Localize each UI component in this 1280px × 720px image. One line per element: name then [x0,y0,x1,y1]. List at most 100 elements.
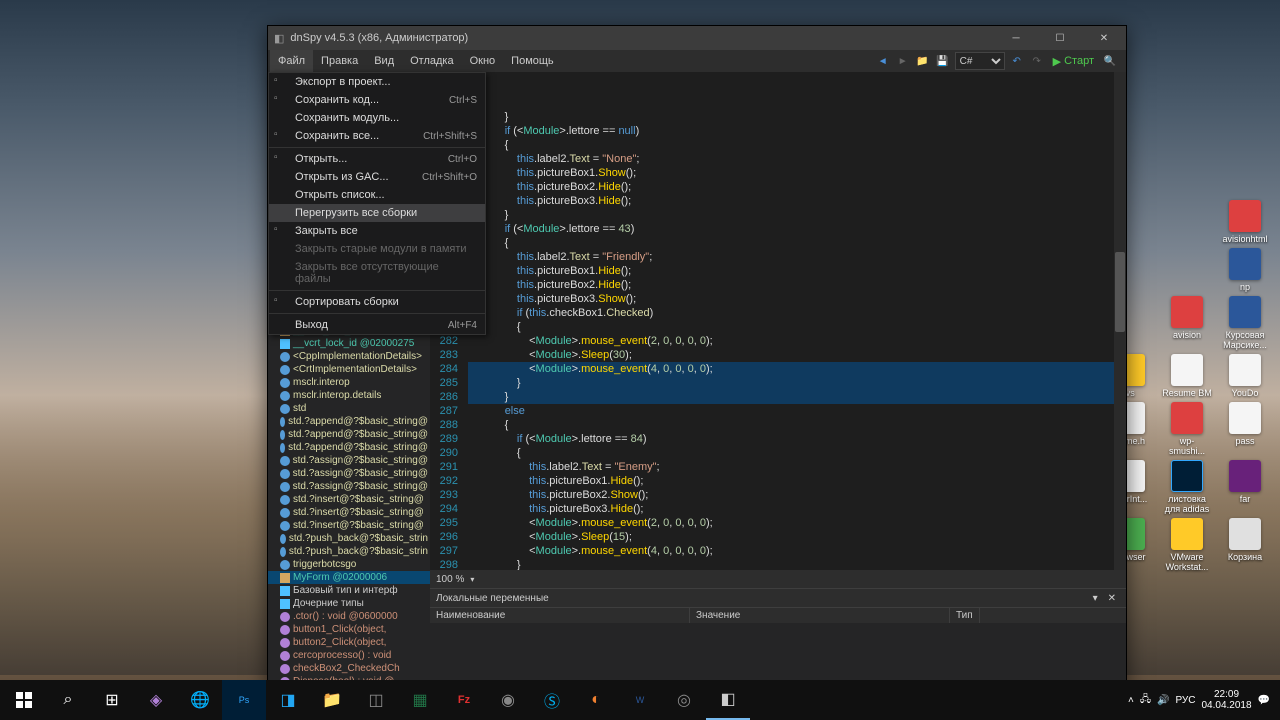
file-menu-item[interactable]: ▫Открыть...Ctrl+O [269,150,485,168]
file-menu-item[interactable]: Сохранить модуль... [269,109,485,127]
tree-item[interactable]: msclr.interop [268,376,430,389]
maximize-button[interactable]: ☐ [1038,26,1082,50]
desktop-icon[interactable]: Курсовая Марсике... [1220,296,1270,350]
nav-back-icon[interactable]: ◄ [875,53,891,69]
tree-item[interactable]: std.?append@?$basic_string@ [268,441,430,454]
tree-item[interactable]: std.?insert@?$basic_string@ [268,506,430,519]
taskbar-app-word[interactable]: W [618,680,662,720]
taskbar-app-ps[interactable]: Ps [222,680,266,720]
redo-icon[interactable]: ↷ [1029,53,1045,69]
menu-окно[interactable]: Окно [462,50,504,72]
close-button[interactable]: ✕ [1082,26,1126,50]
start-menu-button[interactable] [2,680,46,720]
tree-item[interactable]: cercoprocesso() : void [268,649,430,662]
desktop-icon[interactable]: np [1220,248,1270,292]
desktop-icon[interactable]: pass [1220,402,1270,456]
tree-item[interactable]: button2_Click(object, [268,636,430,649]
file-menu-item[interactable]: ▫Закрыть все [269,222,485,240]
file-menu-item[interactable]: ▫Экспорт в проект... [269,73,485,91]
tree-item[interactable]: triggerbotcsgo [268,558,430,571]
tree-item[interactable]: std.?push_back@?$basic_strin [268,545,430,558]
tree-item[interactable]: std.?insert@?$basic_string@ [268,519,430,532]
menu-отладка[interactable]: Отладка [402,50,461,72]
open-icon[interactable]: 📁 [915,53,931,69]
tree-item[interactable]: std.?assign@?$basic_string@ [268,454,430,467]
taskbar-app-fz[interactable]: Fz [442,680,486,720]
file-menu-item[interactable]: Открыть из GAC...Ctrl+Shift+O [269,168,485,186]
panel-close-icon[interactable]: ✕ [1104,593,1120,604]
tray-volume-icon[interactable]: 🔊 [1157,695,1169,706]
task-view-button[interactable]: ⊞ [90,680,134,720]
scrollbar-vertical[interactable] [1114,72,1126,570]
zoom-status[interactable]: 100 %▾ [430,570,1126,588]
panel-dropdown-icon[interactable]: ▾ [1089,593,1102,604]
taskbar-app-generic1[interactable]: ◫ [354,680,398,720]
notifications-icon[interactable]: 💬 [1258,695,1270,706]
search-icon[interactable]: 🔍 [1102,53,1118,69]
tree-item[interactable]: msclr.interop.details [268,389,430,402]
file-menu-item[interactable]: Перегрузить все сборки [269,204,485,222]
desktop-icon[interactable]: avision [1162,296,1212,350]
tree-item[interactable]: button1_Click(object, [268,623,430,636]
code-editor[interactable]: } if (<Module>.lettore == null) { this.l… [464,72,1126,570]
locals-column-header[interactable]: Наименование [430,608,690,623]
minimize-button[interactable]: ─ [994,26,1038,50]
desktop-icon[interactable]: Корзина [1220,518,1270,572]
taskbar-app-chrome[interactable]: 🌐 [178,680,222,720]
desktop-icon[interactable]: avisionhtml [1220,200,1270,244]
menu-правка[interactable]: Правка [313,50,366,72]
tree-item[interactable]: MyForm @02000006 [268,571,430,584]
taskbar-app-vscode[interactable]: ◨ [266,680,310,720]
taskbar-app-excel[interactable]: ▦ [398,680,442,720]
tree-item[interactable]: checkBox2_CheckedCh [268,662,430,675]
taskbar-app-generic3[interactable]: ◎ [662,680,706,720]
locals-columns[interactable]: НаименованиеЗначениеТип [430,607,1126,623]
tree-item[interactable]: <CppImplementationDetails> [268,350,430,363]
desktop-icon[interactable]: листовка для adidas [1162,460,1212,514]
tree-item[interactable]: __vcrt_lock_id @02000275 [268,337,430,350]
locals-column-header[interactable]: Значение [690,608,950,623]
language-select[interactable]: C# [955,52,1005,70]
file-menu-item[interactable]: ▫Сортировать сборки [269,293,485,311]
save-icon[interactable]: 💾 [935,53,951,69]
menu-вид[interactable]: Вид [366,50,402,72]
file-menu-item[interactable]: Открыть список... [269,186,485,204]
undo-icon[interactable]: ↶ [1009,53,1025,69]
tree-item[interactable]: std.?assign@?$basic_string@ [268,480,430,493]
tree-item[interactable]: std [268,402,430,415]
desktop-icon[interactable]: Resume BM [1162,354,1212,398]
taskbar-app-skype[interactable]: Ⓢ [530,680,574,720]
taskbar-app-dnspy[interactable]: ◧ [706,680,750,720]
taskbar-app-generic2[interactable]: ◐ [574,680,618,720]
tree-item[interactable]: std.?append@?$basic_string@ [268,428,430,441]
desktop-icon[interactable]: far [1220,460,1270,514]
tree-item[interactable]: std.?insert@?$basic_string@ [268,493,430,506]
tree-item[interactable]: std.?append@?$basic_string@ [268,415,430,428]
menu-помощь[interactable]: Помощь [503,50,562,72]
locals-column-header[interactable]: Тип [950,608,980,623]
tree-item[interactable]: <CrtImplementationDetails> [268,363,430,376]
tree-item[interactable]: .ctor() : void @0600000 [268,610,430,623]
desktop-icon[interactable]: wp-smushi... [1162,402,1212,456]
desktop-icon[interactable]: YouDo [1220,354,1270,398]
file-menu-item[interactable]: ВыходAlt+F4 [269,316,485,334]
tree-item[interactable]: Дочерние типы [268,597,430,610]
tray-lang-icon[interactable]: РУС [1175,695,1195,706]
nav-forward-icon[interactable]: ► [895,53,911,69]
titlebar[interactable]: ◧ dnSpy v4.5.3 (x86, Администратор) ─ ☐ … [268,26,1126,50]
system-tray[interactable]: ˄ 🖧 🔊 РУС 22:0904.04.2018 💬 [1128,689,1278,711]
file-menu-item[interactable]: ▫Сохранить код...Ctrl+S [269,91,485,109]
menu-файл[interactable]: Файл [270,50,313,72]
tree-item[interactable]: std.?assign@?$basic_string@ [268,467,430,480]
tray-chevron-icon[interactable]: ˄ [1128,695,1134,706]
tray-network-icon[interactable]: 🖧 [1140,692,1151,709]
taskbar-app-vs[interactable]: ◈ [134,680,178,720]
search-button[interactable]: ⌕ [46,680,90,720]
file-menu-item[interactable]: ▫Сохранить все...Ctrl+Shift+S [269,127,485,145]
tree-item[interactable]: std.?push_back@?$basic_strin [268,532,430,545]
tree-item[interactable]: Базовый тип и интерф [268,584,430,597]
clock[interactable]: 22:0904.04.2018 [1201,689,1251,711]
desktop-icon[interactable]: VMware Workstat... [1162,518,1212,572]
taskbar-app-explorer[interactable]: 📁 [310,680,354,720]
taskbar-app-steam[interactable]: ◉ [486,680,530,720]
